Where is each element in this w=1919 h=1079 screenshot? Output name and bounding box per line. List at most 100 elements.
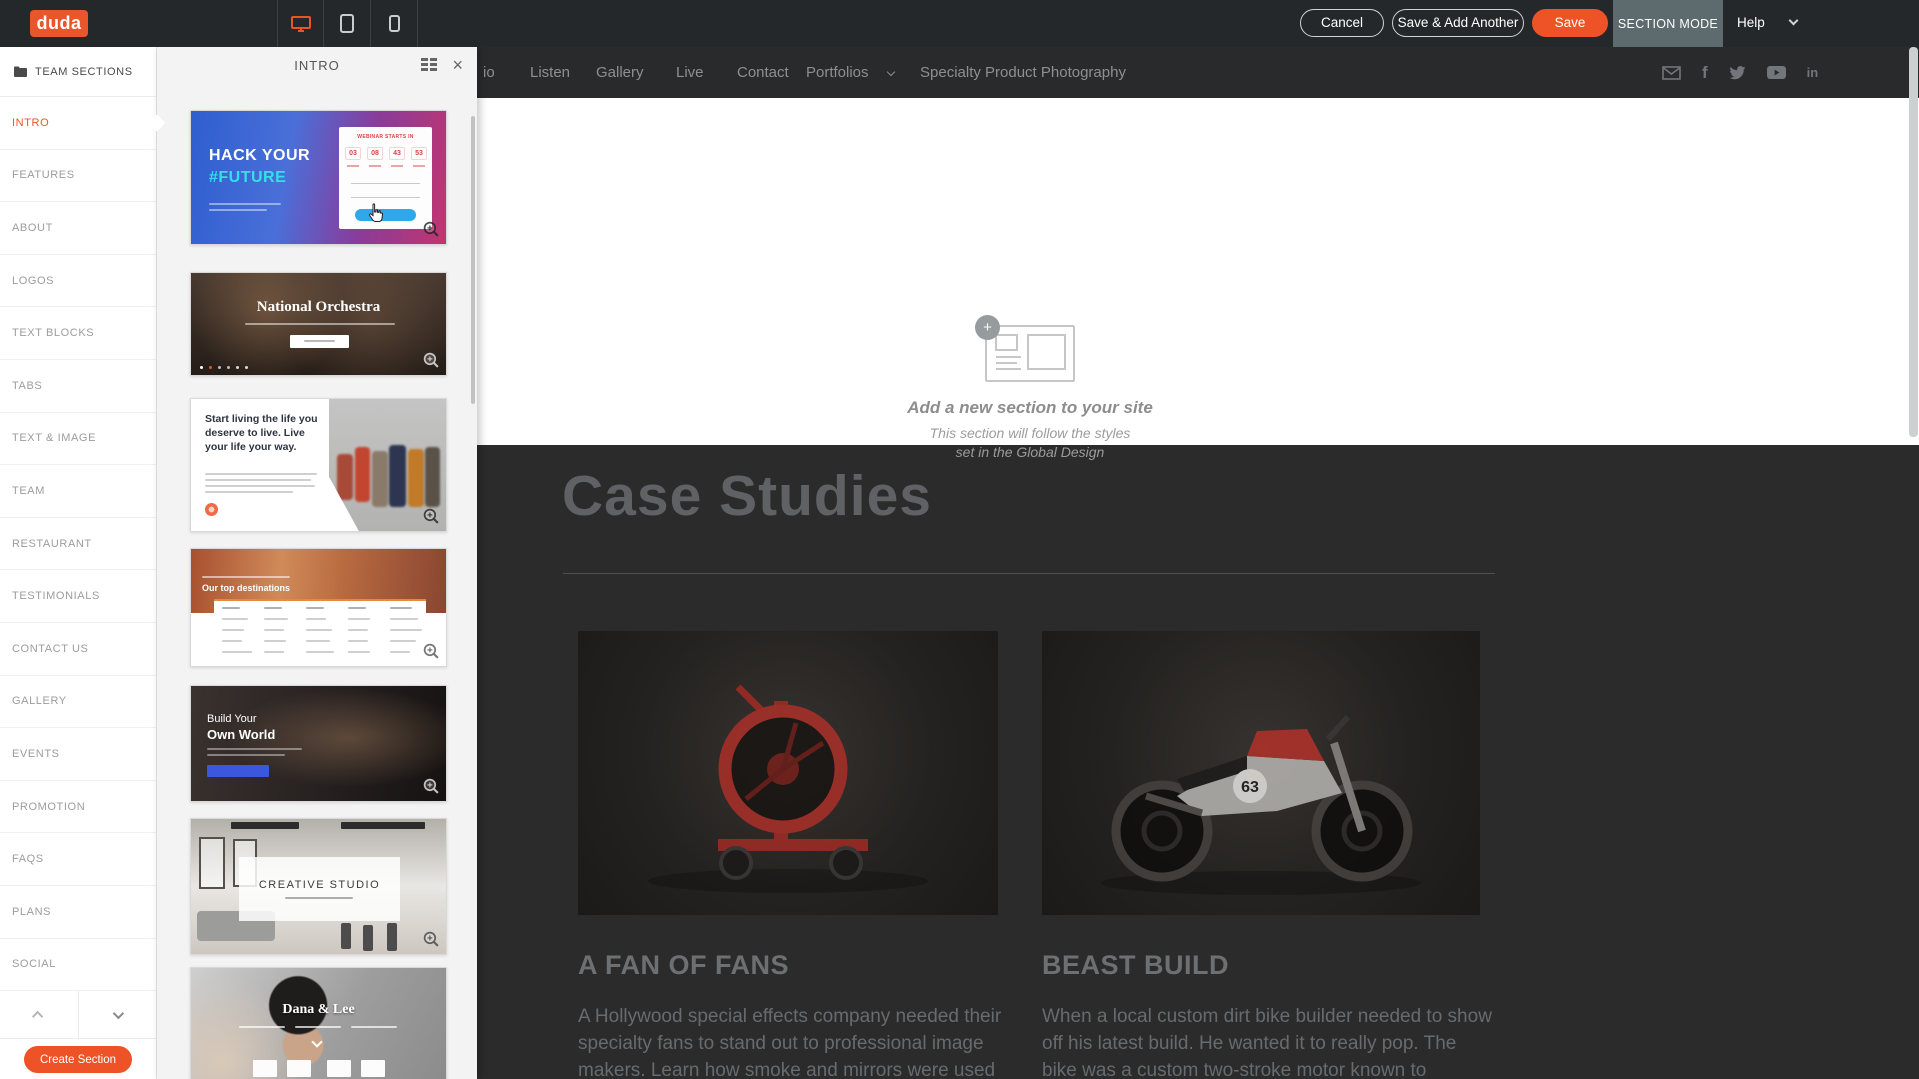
- sidebar-item-contact-us[interactable]: CONTACT US: [0, 623, 156, 676]
- template-thumbnail-live-your-way[interactable]: Start living the life you deserve to liv…: [190, 398, 447, 532]
- twitter-icon[interactable]: [1729, 66, 1746, 80]
- zoom-preview-icon[interactable]: [423, 778, 440, 795]
- countdown-box-placeholder: [327, 1060, 351, 1077]
- zoom-preview-icon[interactable]: [423, 352, 440, 369]
- sidebar-item-tabs[interactable]: TABS: [0, 360, 156, 413]
- sidebar-header-label: TEAM SECTIONS: [35, 66, 133, 78]
- section-mode-badge: SECTION MODE: [1613, 0, 1723, 47]
- email-icon[interactable]: [1662, 66, 1681, 80]
- template-preview-image: Dana & Lee: [191, 968, 446, 1079]
- countdown-box-placeholder: [253, 1060, 277, 1077]
- nav-item-listen[interactable]: Listen: [530, 64, 570, 81]
- add-section-icon: +: [985, 325, 1075, 382]
- panel-scrollbar[interactable]: [471, 116, 475, 404]
- chevron-up-icon: [32, 1010, 43, 1021]
- nav-item-specialty-product-photography[interactable]: Specialty Product Photography: [920, 64, 1126, 81]
- device-tablet-button[interactable]: [324, 0, 371, 47]
- hand-cursor-icon: [367, 203, 385, 223]
- layout-grid-icon[interactable]: [421, 58, 437, 77]
- fan-photo: [578, 631, 998, 915]
- sidebar-item-text-image[interactable]: TEXT & IMAGE: [0, 413, 156, 466]
- template-thumbnail-national-orchestra[interactable]: National Orchestra: [190, 272, 447, 376]
- zoom-preview-icon[interactable]: [423, 643, 440, 660]
- page-scrollbar[interactable]: [1909, 47, 1918, 437]
- nav-item-portfolios[interactable]: Portfolios: [806, 64, 869, 81]
- countdown-widget: WEBINAR STARTS IN 03 08 43 53: [339, 127, 432, 229]
- button-placeholder: [290, 335, 349, 348]
- scroll-down-button[interactable]: [78, 991, 157, 1038]
- folder-icon: [14, 66, 27, 77]
- sidebar-item-testimonials[interactable]: TESTIMONIALS: [0, 570, 156, 623]
- save-button[interactable]: Save: [1532, 9, 1608, 37]
- template-heading: CREATIVE STUDIO: [239, 879, 400, 891]
- zoom-preview-icon[interactable]: [423, 508, 440, 525]
- title-overlay: CREATIVE STUDIO: [239, 857, 400, 921]
- help-menu[interactable]: Help: [1737, 15, 1765, 30]
- case-study-body: When a local custom dirt bike builder ne…: [1042, 1003, 1494, 1079]
- nav-item-live[interactable]: Live: [676, 64, 704, 81]
- desktop-icon: [290, 15, 312, 33]
- sidebar-item-team[interactable]: TEAM: [0, 465, 156, 518]
- text-line-placeholder: [209, 209, 267, 211]
- linkedin-icon[interactable]: in: [1807, 65, 1819, 80]
- social-icons: f in: [1662, 47, 1818, 98]
- case-study-title: BEAST BUILD: [1042, 950, 1229, 981]
- device-mobile-button[interactable]: [371, 0, 418, 47]
- scroll-up-button[interactable]: [0, 991, 78, 1038]
- sidebar-item-promotion[interactable]: PROMOTION: [0, 781, 156, 834]
- duda-editor: io Listen Gallery Live Contact Portfolio…: [0, 0, 1919, 1079]
- signup-button-placeholder: [355, 209, 416, 221]
- divider: [563, 573, 1495, 574]
- sidebar-item-gallery[interactable]: GALLERY: [0, 676, 156, 729]
- template-preview-image: National Orchestra: [191, 273, 446, 375]
- duda-logo[interactable]: duda: [30, 10, 88, 37]
- template-thumbnail-build-your-own-world[interactable]: Build Your Own World: [190, 685, 447, 802]
- template-preview-image: HACK YOUR #FUTURE WEBINAR STARTS IN 03 0…: [191, 111, 446, 244]
- sidebar-item-about[interactable]: ABOUT: [0, 202, 156, 255]
- accent-dot-icon: [205, 503, 218, 516]
- create-section-button[interactable]: Create Section: [24, 1046, 132, 1073]
- sidebar-item-restaurant[interactable]: RESTAURANT: [0, 518, 156, 571]
- nav-item-contact[interactable]: Contact: [737, 64, 789, 81]
- template-thumbnail-creative-studio[interactable]: CREATIVE STUDIO: [190, 818, 447, 955]
- editor-topbar: duda Cancel Save & Add Another Save SECT…: [0, 0, 1919, 47]
- bike-number: 63: [1241, 779, 1259, 796]
- sidebar-item-plans[interactable]: PLANS: [0, 886, 156, 939]
- facebook-icon[interactable]: f: [1702, 63, 1708, 83]
- sidebar-item-social[interactable]: SOCIAL: [0, 939, 156, 992]
- template-thumbnail-dana-and-lee[interactable]: Dana & Lee: [190, 967, 447, 1079]
- cancel-button[interactable]: Cancel: [1300, 9, 1384, 37]
- countdown-title: WEBINAR STARTS IN: [339, 134, 432, 140]
- countdown-value: 53: [411, 147, 427, 160]
- template-heading: Dana & Lee: [191, 1002, 446, 1018]
- chevron-down-icon: [311, 1036, 322, 1047]
- chevron-down-icon: [113, 1008, 124, 1019]
- sidebar-item-intro[interactable]: INTRO: [0, 97, 156, 150]
- nav-item-truncated[interactable]: io: [483, 64, 495, 81]
- case-study-body: A Hollywood special effects company need…: [578, 1003, 1013, 1079]
- zoom-preview-icon[interactable]: [423, 221, 440, 238]
- template-heading: Our top destinations: [202, 583, 290, 593]
- template-heading: Own World: [207, 727, 275, 742]
- template-thumbnail-top-destinations[interactable]: Our top destinations: [190, 548, 447, 667]
- countdown-label-placeholder: [347, 165, 359, 167]
- device-desktop-button[interactable]: [277, 0, 324, 47]
- dirt-bike-photo: 63: [1042, 631, 1480, 915]
- save-add-another-button[interactable]: Save & Add Another: [1392, 9, 1524, 37]
- sidebar-item-features[interactable]: FEATURES: [0, 150, 156, 203]
- sidebar-item-events[interactable]: EVENTS: [0, 728, 156, 781]
- zoom-preview-icon[interactable]: [423, 931, 440, 948]
- sidebar-item-logos[interactable]: LOGOS: [0, 255, 156, 308]
- countdown-value: 03: [345, 147, 361, 160]
- template-thumbnail-hack-your-future[interactable]: HACK YOUR #FUTURE WEBINAR STARTS IN 03 0…: [190, 110, 447, 245]
- intro-templates-panel: INTRO × HACK YOUR #FUTURE WEBINAR STARTS…: [157, 47, 477, 1079]
- close-icon[interactable]: ×: [452, 55, 463, 75]
- sidebar-item-faqs[interactable]: FAQS: [0, 833, 156, 886]
- sidebar-item-text-blocks[interactable]: TEXT BLOCKS: [0, 307, 156, 360]
- template-heading: Build Your: [207, 713, 257, 725]
- nav-item-gallery[interactable]: Gallery: [596, 64, 644, 81]
- template-preview-image: Build Your Own World: [191, 686, 446, 801]
- countdown-label-placeholder: [413, 165, 425, 167]
- chevron-down-icon[interactable]: [1789, 16, 1799, 26]
- youtube-icon[interactable]: [1767, 66, 1786, 79]
